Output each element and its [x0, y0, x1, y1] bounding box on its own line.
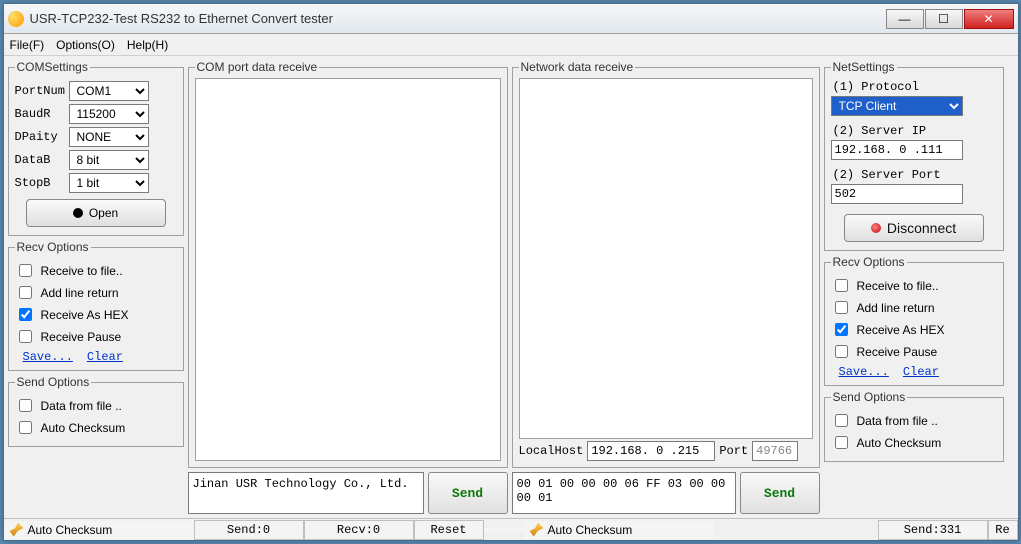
app-window: USR-TCP232-Test RS232 to Ethernet Conver… — [3, 3, 1019, 541]
net-recv-pause-check[interactable] — [835, 345, 848, 358]
localport-display — [752, 441, 798, 461]
status-send-331: Send:331 — [878, 520, 988, 540]
net-add-line-check[interactable] — [835, 301, 848, 314]
recv-line-label: Add line return — [41, 286, 119, 300]
datab-label: DataB — [15, 153, 65, 167]
connected-dot-icon — [871, 223, 881, 233]
baud-label: BaudR — [15, 107, 65, 121]
com-settings-legend: COMSettings — [15, 60, 90, 74]
left-column: COMSettings PortNum COM1 BaudR 115200 DP… — [8, 60, 184, 514]
status-bar: Auto Checksum Send:0 Recv:0 Reset Auto C… — [4, 518, 1018, 540]
net-data-file-check[interactable] — [835, 414, 848, 427]
pin-icon — [10, 523, 24, 537]
net-send-row: 00 01 00 00 00 06 FF 03 00 00 00 01 Send — [512, 472, 820, 514]
net-save-link[interactable]: Save... — [839, 365, 889, 379]
net-settings-legend: NetSettings — [831, 60, 897, 74]
protocol-select[interactable]: TCP Client — [831, 96, 963, 116]
menu-help[interactable]: Help(H) — [127, 38, 168, 52]
com-recv-hex-check[interactable] — [19, 308, 32, 321]
com-rx-group: COM port data receive — [188, 60, 508, 468]
title-bar: USR-TCP232-Test RS232 to Ethernet Conver… — [4, 4, 1018, 34]
com-send-row: Jinan USR Technology Co., Ltd. Send — [188, 472, 508, 514]
maximize-button[interactable]: ☐ — [925, 9, 963, 29]
net-recv-options-group: Recv Options Receive to file.. Add line … — [824, 255, 1004, 386]
stopb-label: StopB — [15, 176, 65, 190]
parity-select[interactable]: NONE — [69, 127, 149, 147]
right-column: NetSettings (1) Protocol TCP Client (2) … — [824, 60, 1004, 514]
localhost-row: LocalHost Port — [519, 441, 813, 461]
port-label: Port — [719, 444, 748, 458]
content-area: COMSettings PortNum COM1 BaudR 115200 DP… — [4, 56, 1018, 518]
com-data-file-check[interactable] — [19, 399, 32, 412]
menu-options[interactable]: Options(O) — [56, 38, 115, 52]
net-clear-link[interactable]: Clear — [903, 365, 939, 379]
datab-select[interactable]: 8 bit — [69, 150, 149, 170]
close-button[interactable]: ✕ — [964, 9, 1014, 29]
portnum-select[interactable]: COM1 — [69, 81, 149, 101]
net-auto-checksum-check[interactable] — [835, 436, 848, 449]
com-recv-pause-check[interactable] — [19, 330, 32, 343]
com-add-line-check[interactable] — [19, 286, 32, 299]
server-ip-label: (2) Server IP — [833, 124, 997, 138]
localhost-input[interactable] — [587, 441, 715, 461]
net-rx-group: Network data receive LocalHost Port — [512, 60, 820, 468]
server-ip-input[interactable] — [831, 140, 963, 160]
com-rx-legend: COM port data receive — [195, 60, 320, 74]
recv-hex-label: Receive As HEX — [41, 308, 129, 322]
disconnect-button[interactable]: Disconnect — [844, 214, 984, 242]
open-button[interactable]: Open — [26, 199, 166, 227]
send-file-label: Data from file .. — [41, 399, 122, 413]
app-icon — [8, 11, 24, 27]
com-data-column: COM port data receive Jinan USR Technolo… — [188, 60, 508, 514]
disconnect-label: Disconnect — [887, 220, 956, 236]
status-re: Re — [988, 520, 1018, 540]
com-recv-options-group: Recv Options Receive to file.. Add line … — [8, 240, 184, 371]
status-ac-1: Auto Checksum — [28, 523, 113, 537]
net-settings-group: NetSettings (1) Protocol TCP Client (2) … — [824, 60, 1004, 251]
stopb-select[interactable]: 1 bit — [69, 173, 149, 193]
minimize-button[interactable]: — — [886, 9, 924, 29]
status-dot-icon — [73, 208, 83, 218]
net-rx-legend: Network data receive — [519, 60, 636, 74]
send-ac-label: Auto Checksum — [41, 421, 126, 435]
com-settings-group: COMSettings PortNum COM1 BaudR 115200 DP… — [8, 60, 184, 236]
net-send-textarea[interactable]: 00 01 00 00 00 06 FF 03 00 00 00 01 — [512, 472, 736, 514]
parity-label: DPaity — [15, 130, 65, 144]
portnum-label: PortNum — [15, 84, 65, 98]
baud-select[interactable]: 115200 — [69, 104, 149, 124]
send-options-legend: Send Options — [15, 375, 92, 389]
reset-button[interactable]: Reset — [414, 520, 484, 540]
net-recv-file-check[interactable] — [835, 279, 848, 292]
menu-file[interactable]: File(F) — [10, 38, 45, 52]
com-recv-file-check[interactable] — [19, 264, 32, 277]
pin-icon-2 — [530, 523, 544, 537]
net-rx-textarea[interactable] — [519, 78, 813, 439]
window-title: USR-TCP232-Test RS232 to Ethernet Conver… — [30, 11, 886, 26]
open-button-label: Open — [89, 206, 118, 220]
com-send-button[interactable]: Send — [428, 472, 508, 514]
recv-pause-label: Receive Pause — [41, 330, 122, 344]
menu-bar: File(F) Options(O) Help(H) — [4, 34, 1018, 56]
net-recv-hex-check[interactable] — [835, 323, 848, 336]
recv-options-legend: Recv Options — [15, 240, 91, 254]
recv-file-label: Receive to file.. — [41, 264, 123, 278]
window-buttons: — ☐ ✕ — [886, 9, 1014, 29]
com-send-options-group: Send Options Data from file .. Auto Chec… — [8, 375, 184, 447]
server-port-input[interactable] — [831, 184, 963, 204]
status-ac-2: Auto Checksum — [548, 523, 633, 537]
status-send-0: Send:0 — [194, 520, 304, 540]
com-rx-textarea[interactable] — [195, 78, 501, 461]
net-data-column: Network data receive LocalHost Port 00 0… — [512, 60, 820, 514]
net-send-options-group: Send Options Data from file .. Auto Chec… — [824, 390, 1004, 462]
com-save-link[interactable]: Save... — [23, 350, 73, 364]
com-auto-checksum-check[interactable] — [19, 421, 32, 434]
com-send-textarea[interactable]: Jinan USR Technology Co., Ltd. — [188, 472, 424, 514]
net-send-button[interactable]: Send — [740, 472, 820, 514]
status-recv-0: Recv:0 — [304, 520, 414, 540]
protocol-label: (1) Protocol — [833, 80, 997, 94]
server-port-label: (2) Server Port — [833, 168, 997, 182]
com-clear-link[interactable]: Clear — [87, 350, 123, 364]
localhost-label: LocalHost — [519, 444, 584, 458]
net-recv-legend: Recv Options — [831, 255, 907, 269]
